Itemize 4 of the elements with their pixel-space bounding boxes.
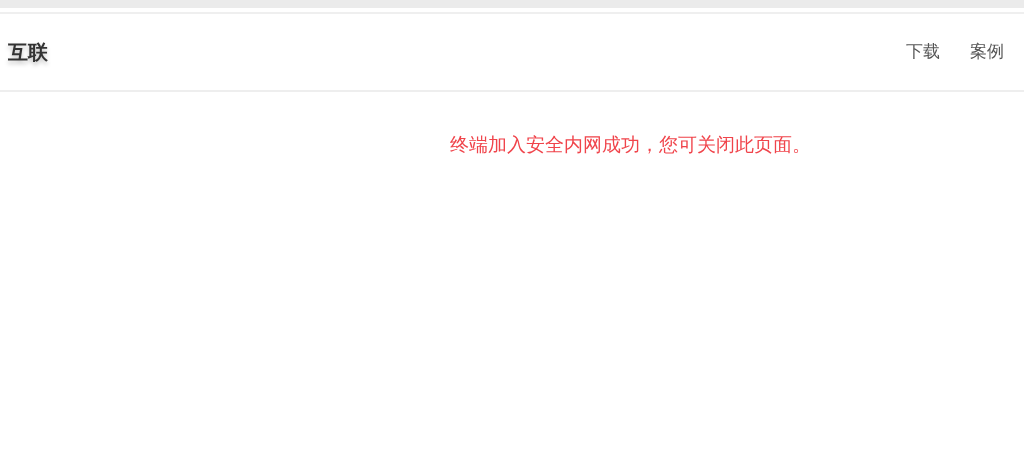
success-message: 终端加入安全内网成功，您可关闭此页面。	[449, 132, 811, 157]
nav-link[interactable]: 案例	[970, 39, 1004, 65]
nav-link[interactable]: 下载	[906, 39, 940, 65]
brand-name: 互联	[8, 39, 48, 66]
